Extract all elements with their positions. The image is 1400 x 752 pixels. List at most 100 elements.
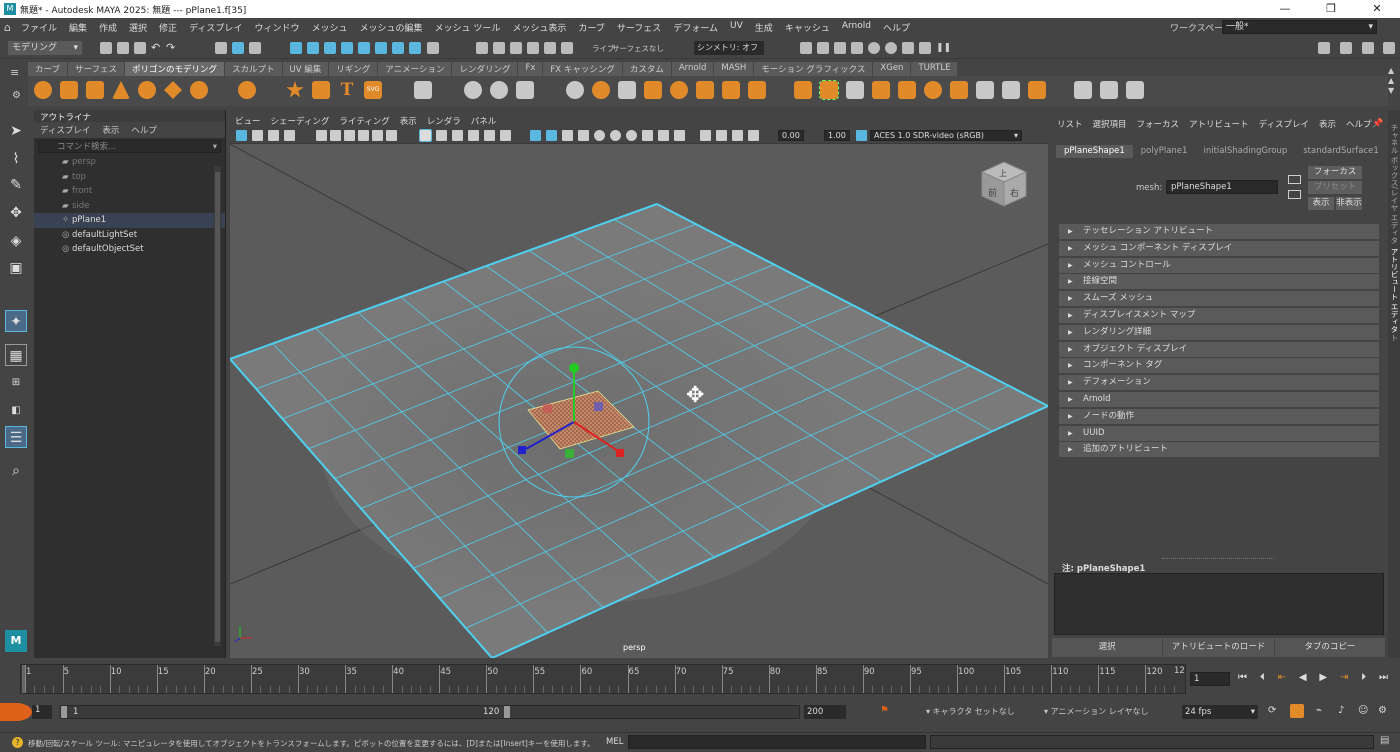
undo-icon[interactable]: ↶ — [151, 42, 163, 54]
exposure-icon[interactable] — [716, 130, 727, 141]
textured-icon[interactable] — [530, 130, 541, 141]
ae-menu-item[interactable]: リスト — [1052, 118, 1088, 130]
menu-set-select[interactable]: モデリング ▾ — [8, 41, 82, 55]
platonic-solid-icon[interactable] — [238, 81, 256, 99]
shelf-tab[interactable]: MASH — [714, 62, 754, 76]
outliner-menu-item[interactable]: ヘルプ — [125, 124, 163, 136]
bounding-box-icon[interactable] — [468, 130, 479, 141]
colorspace-select[interactable]: ACES 1.0 SDR-video (sRGB) ▾ — [870, 130, 1022, 141]
attribute-frame[interactable]: 追加のアトリビュート — [1059, 442, 1379, 458]
outliner-scrollbar[interactable] — [214, 166, 221, 646]
go-to-end-icon[interactable]: ⏭ — [1379, 672, 1388, 686]
shelf-tab[interactable]: UV 編集 — [282, 62, 329, 76]
delete-edge-icon[interactable] — [950, 81, 968, 99]
lasso-tool-icon[interactable]: ⌇ — [5, 148, 27, 170]
attribute-frame[interactable]: 接線空間 — [1059, 274, 1379, 290]
cache-icon[interactable] — [1290, 704, 1304, 718]
outliner-menu-item[interactable]: 表示 — [96, 124, 125, 136]
hypershade-icon[interactable] — [868, 42, 880, 54]
x-scale-knob[interactable] — [616, 449, 624, 457]
field-chart-icon[interactable] — [372, 130, 383, 141]
attribute-frame[interactable]: レンダリング詳細 — [1059, 324, 1379, 340]
attribute-frame[interactable]: メッシュ コンポーネント ディスプレイ — [1059, 240, 1379, 256]
render-settings-icon[interactable] — [851, 42, 863, 54]
maximize-button[interactable]: ❐ — [1308, 0, 1354, 18]
search-icon[interactable]: ⌕ — [5, 460, 27, 482]
z-scale-knob[interactable] — [518, 446, 526, 454]
focus-button[interactable]: フォーカス — [1308, 166, 1362, 179]
user-icon[interactable] — [1318, 42, 1330, 54]
prefs-icon[interactable]: ⚙ — [1378, 705, 1387, 716]
ae-menu-item[interactable]: 選択項目 — [1088, 118, 1132, 130]
split-view-icon[interactable]: ◧ — [5, 400, 27, 422]
render-view-icon[interactable] — [817, 42, 829, 54]
shelf-tab[interactable]: カーブ — [28, 62, 67, 76]
channel-box-tab[interactable]: チャネル ボックス/レイヤ エディタ — [1389, 124, 1400, 244]
outliner-row[interactable]: ◎ defaultLightSet — [34, 228, 225, 243]
select-object-icon[interactable] — [232, 42, 244, 54]
combine-icon[interactable] — [566, 81, 584, 99]
smooth-shade-icon[interactable] — [436, 130, 447, 141]
attribute-editor-tab[interactable]: アトリビュート エディタ — [1389, 248, 1400, 344]
near-clip-field[interactable]: 0.00 — [778, 130, 804, 141]
wireframe-icon[interactable] — [419, 129, 432, 142]
measure-icon[interactable] — [490, 81, 508, 99]
quad-draw-icon[interactable] — [1126, 81, 1144, 99]
start-time-field[interactable]: 1 — [32, 705, 52, 719]
snap-point-icon[interactable] — [324, 42, 336, 54]
separate-icon[interactable] — [592, 81, 610, 99]
shelf-scroll-arrows-icon[interactable]: ▲ ▲ ▼ — [1388, 66, 1394, 96]
lasso-icon[interactable] — [493, 42, 505, 54]
shelf-tab[interactable]: XGen — [873, 62, 911, 76]
ipr-icon[interactable] — [834, 42, 846, 54]
script-editor-icon[interactable]: ▤ — [1380, 735, 1389, 746]
shelf-tab[interactable]: レンダリング — [452, 62, 518, 76]
loop-icon[interactable]: ⟳ — [1268, 705, 1276, 716]
menu-item[interactable]: Arnold — [836, 21, 877, 34]
end-time-field[interactable]: 200 — [804, 705, 846, 719]
snap-face-icon[interactable] — [409, 42, 421, 54]
edge-loop-icon[interactable] — [1100, 81, 1118, 99]
reset-icon[interactable] — [516, 81, 534, 99]
select-hierarchy-icon[interactable] — [215, 42, 227, 54]
move-tool-icon[interactable]: ✥ — [5, 202, 27, 224]
attribute-frame[interactable]: ノードの動作 — [1059, 408, 1379, 424]
record-icon[interactable] — [0, 703, 32, 721]
menu-item[interactable]: デフォーム — [667, 21, 724, 34]
menu-item[interactable]: ディスプレイ — [183, 21, 248, 34]
notes-divider[interactable] — [1162, 558, 1274, 559]
shadows-icon[interactable] — [562, 130, 573, 141]
shelf-tab[interactable]: スカルプト — [225, 62, 282, 76]
image-plane-icon[interactable] — [284, 130, 295, 141]
view-transform-icon[interactable] — [748, 130, 759, 141]
paint-select-tool-icon[interactable]: ✎ — [5, 174, 27, 196]
copy-tab-icon[interactable] — [1288, 190, 1301, 199]
color-management-icon[interactable] — [856, 130, 867, 141]
magnet-surface-icon[interactable] — [544, 42, 556, 54]
ae-menu-item[interactable]: 表示 — [1314, 118, 1341, 130]
focus-toggle-icon[interactable] — [1288, 175, 1301, 184]
ae-bottom-button[interactable]: アトリビュートのロード — [1163, 638, 1274, 657]
attribute-frame[interactable]: デフォメーション — [1059, 375, 1379, 391]
far-clip-field[interactable]: 1.00 — [824, 130, 850, 141]
symmetry-select[interactable]: シンメトリ: オフ — [694, 41, 764, 55]
attribute-frame[interactable]: オブジェクト ディスプレイ — [1059, 341, 1379, 357]
menu-item[interactable]: メッシュ表示 — [506, 21, 572, 34]
render-sequence-icon[interactable] — [902, 42, 914, 54]
menu-item[interactable]: 作成 — [93, 21, 123, 34]
wedge-icon[interactable] — [1002, 81, 1020, 99]
viewport-menu-item[interactable]: ビュー — [230, 115, 266, 127]
poly-cylinder-icon[interactable] — [86, 81, 104, 99]
shelf-tab[interactable]: アニメーション — [378, 62, 452, 76]
append-poly-icon[interactable] — [872, 81, 890, 99]
ae-bottom-button[interactable]: 選択 — [1052, 638, 1163, 657]
shelf-tab[interactable]: Arnold — [671, 62, 714, 76]
arnold-settings-icon[interactable] — [919, 42, 931, 54]
poke-icon[interactable] — [976, 81, 994, 99]
snap-edge-icon[interactable] — [392, 42, 404, 54]
mirror-icon[interactable] — [670, 81, 688, 99]
viewport-menu-item[interactable]: レンダラ — [422, 115, 466, 127]
extrude-icon[interactable] — [794, 81, 812, 99]
attribute-frame[interactable]: テッセレーション アトリビュート — [1059, 224, 1379, 239]
range-start-handle[interactable] — [61, 706, 67, 718]
